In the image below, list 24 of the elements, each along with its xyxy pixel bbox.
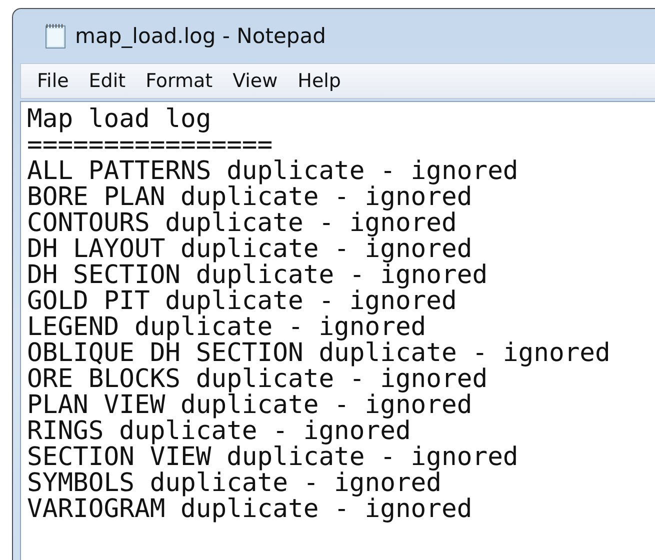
text-line: DH SECTION duplicate - ignored [27,262,488,288]
menu-item[interactable]: Help [288,68,351,94]
text-line: SECTION VIEW duplicate - ignored [27,444,518,470]
text-line: ================ [27,132,273,158]
text-line: BORE PLAN duplicate - ignored [27,184,472,210]
text-editor[interactable] [20,101,655,560]
text-line: VARIOGRAM duplicate - ignored [27,496,472,522]
text-line: CONTOURS duplicate - ignored [27,210,457,236]
text-line: LEGEND duplicate - ignored [27,314,426,340]
text-line: ORE BLOCKS duplicate - ignored [27,366,488,392]
text-line: ALL PATTERNS duplicate - ignored [27,158,518,184]
menu-item[interactable]: File [27,68,79,94]
text-line: DH LAYOUT duplicate - ignored [27,236,472,262]
menu-item[interactable]: Format [136,68,223,94]
window-title: map_load.log - Notepad [75,24,326,48]
text-line: SYMBOLS duplicate - ignored [27,470,442,496]
text-line: GOLD PIT duplicate - ignored [27,288,457,314]
text-line: PLAN VIEW duplicate - ignored [27,392,472,418]
text-line: Map load log [27,106,212,132]
text-line: RINGS duplicate - ignored [27,418,411,444]
menu-item[interactable]: Edit [78,68,136,94]
notepad-icon [45,23,67,49]
menu-item[interactable]: View [222,68,288,94]
text-line: OBLIQUE DH SECTION duplicate - ignored [27,340,610,366]
